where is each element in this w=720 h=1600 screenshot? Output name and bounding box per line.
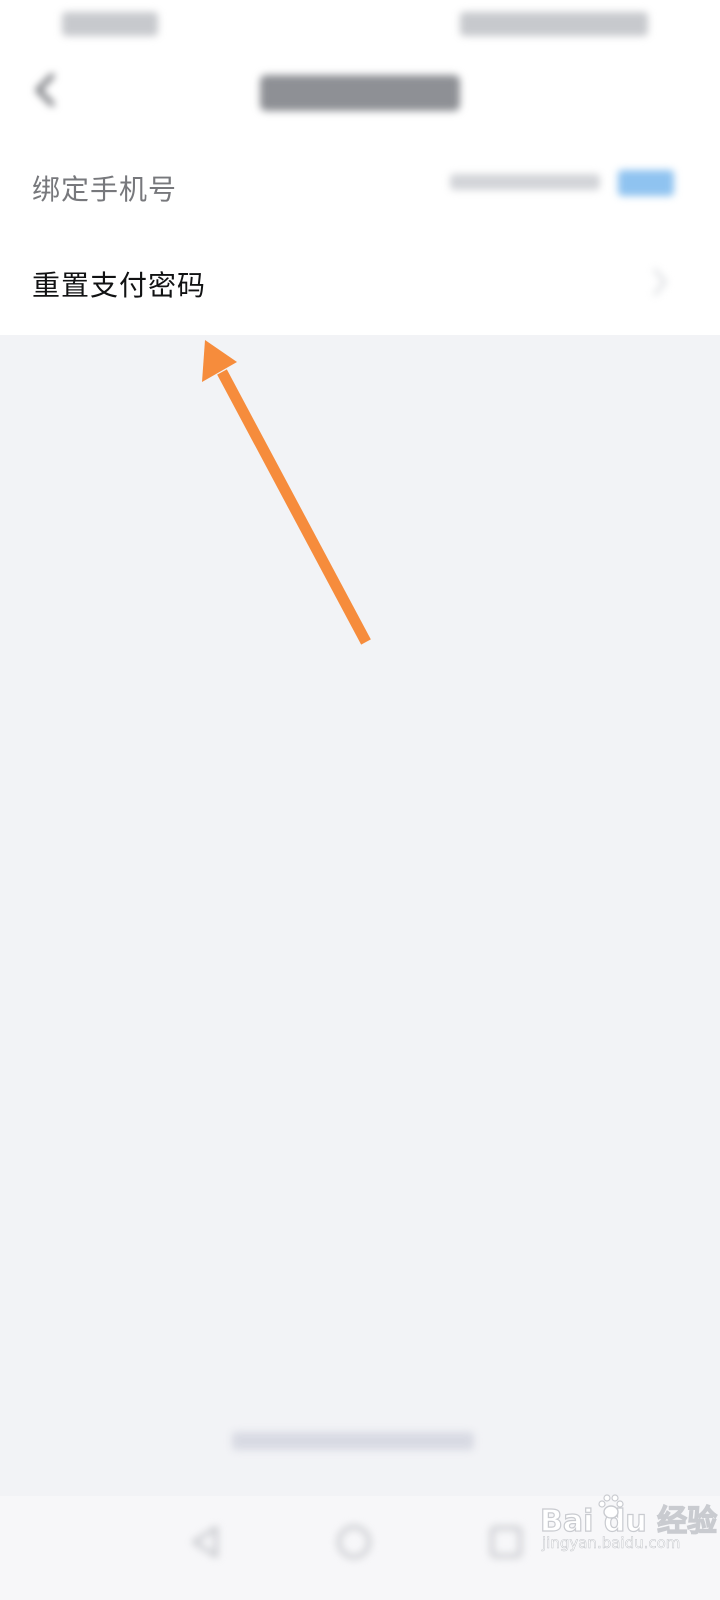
paw-icon — [598, 1494, 624, 1519]
reset-pay-password-label: 重置支付密码 — [32, 269, 207, 302]
triangle-back-icon[interactable] — [184, 1520, 228, 1564]
settings-list: 绑定手机号 重置支付密码 — [0, 140, 720, 335]
status-bar-left-info — [62, 12, 158, 36]
chevron-right-icon — [653, 268, 667, 296]
status-bar — [0, 0, 720, 50]
navigation-bar — [0, 50, 720, 140]
bind-phone-row[interactable]: 绑定手机号 — [0, 140, 720, 236]
bind-phone-label: 绑定手机号 — [32, 173, 178, 206]
phone-change-tag[interactable] — [618, 170, 674, 196]
page-title — [260, 75, 460, 111]
baidu-jingyan-watermark: Bai du 经验 jingyan.baidu.com — [539, 1492, 718, 1560]
circle-home-icon[interactable] — [332, 1520, 376, 1564]
footer-link[interactable] — [232, 1432, 474, 1450]
phone-number-value — [450, 174, 600, 190]
reset-pay-password-row[interactable]: 重置支付密码 — [0, 236, 720, 332]
square-recent-icon[interactable] — [484, 1520, 528, 1564]
chevron-left-icon[interactable] — [24, 68, 68, 112]
status-bar-right-icons — [460, 12, 648, 36]
watermark-url: jingyan.baidu.com — [542, 1534, 681, 1553]
